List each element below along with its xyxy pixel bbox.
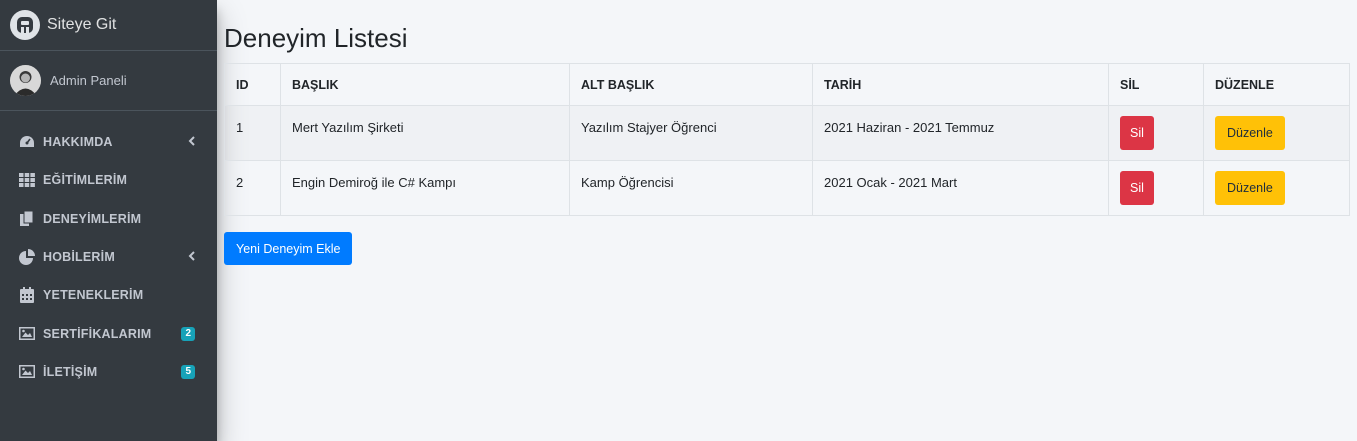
sidebar-item-label: HAKKIMDA — [43, 135, 113, 150]
page-title: Deneyim Listesi — [224, 23, 408, 53]
copy-icon — [18, 210, 35, 227]
sidebar-nav: HAKKIMDA EĞİTİMLERİM DENEYİMLERİM HOBİLE… — [0, 111, 217, 391]
experience-table: ID BAŞLIK ALT BAŞLIK TARİH SİL DÜZENLE 1… — [224, 63, 1350, 216]
sidebar-item-hobilerim[interactable]: HOBİLERİM — [0, 238, 217, 276]
cell-duzenle: Düzenle — [1203, 160, 1350, 216]
sidebar-item-label: İLETİŞİM — [43, 364, 98, 379]
add-experience-button[interactable]: Yeni Deneyim Ekle — [224, 232, 353, 265]
user-panel[interactable]: Admin Paneli — [0, 51, 217, 111]
cell-sil: Sil — [1108, 105, 1204, 161]
count-badge: 5 — [181, 364, 195, 379]
pie-chart-icon — [18, 249, 35, 266]
cell-baslik: Mert Yazılım Şirketi — [280, 105, 570, 161]
cell-id: 2 — [224, 160, 281, 216]
edit-button[interactable]: Düzenle — [1215, 171, 1285, 205]
table-row: 2 Engin Demiroğ ile C# Kampı Kamp Öğrenc… — [224, 160, 1350, 216]
column-header-duzenle: DÜZENLE — [1203, 63, 1350, 106]
sidebar: Siteye Git Admin Paneli HAKKIMDA EĞİTİML… — [0, 0, 217, 441]
chevron-left-icon — [188, 135, 195, 149]
cell-alt-baslik: Kamp Öğrencisi — [569, 160, 813, 216]
brand-link[interactable]: Siteye Git — [0, 0, 217, 51]
table-row: 1 Mert Yazılım Şirketi Yazılım Stajyer Ö… — [224, 105, 1350, 161]
count-badge: 2 — [181, 326, 195, 341]
main-content: Deneyim Listesi ID BAŞLIK ALT BAŞLIK TAR… — [224, 0, 1350, 265]
sidebar-item-deneyimlerim[interactable]: DENEYİMLERİM — [0, 200, 217, 238]
edit-button[interactable]: Düzenle — [1215, 116, 1285, 150]
column-header-baslik: BAŞLIK — [280, 63, 570, 106]
cell-sil: Sil — [1108, 160, 1204, 216]
cell-tarih: 2021 Haziran - 2021 Temmuz — [812, 105, 1109, 161]
image-icon — [18, 364, 35, 380]
sidebar-item-egitimlerim[interactable]: EĞİTİMLERİM — [0, 161, 217, 199]
column-header-tarih: TARİH — [812, 63, 1109, 106]
column-header-sil: SİL — [1108, 63, 1204, 106]
sidebar-item-yeteneklerim[interactable]: YETENEKLERİM — [0, 276, 217, 314]
cell-alt-baslik: Yazılım Stajyer Öğrenci — [569, 105, 813, 161]
cell-duzenle: Düzenle — [1203, 105, 1350, 161]
user-name[interactable]: Admin Paneli — [50, 73, 127, 88]
column-header-alt-baslik: ALT BAŞLIK — [569, 63, 813, 106]
cell-tarih: 2021 Ocak - 2021 Mart — [812, 160, 1109, 216]
sidebar-item-label: DENEYİMLERİM — [43, 211, 142, 226]
sidebar-item-iletisim[interactable]: İLETİŞİM 5 — [0, 353, 217, 391]
sidebar-item-sertifikalarim[interactable]: SERTİFİKALARIM 2 — [0, 314, 217, 352]
table-header-row: ID BAŞLIK ALT BAŞLIK TARİH SİL DÜZENLE — [224, 63, 1350, 106]
delete-button[interactable]: Sil — [1120, 116, 1154, 150]
sidebar-item-hakkimda[interactable]: HAKKIMDA — [0, 123, 217, 161]
logo-icon — [10, 10, 40, 40]
image-icon — [18, 326, 35, 342]
avatar — [10, 65, 41, 96]
column-header-id: ID — [224, 63, 281, 106]
delete-button[interactable]: Sil — [1120, 171, 1154, 205]
sidebar-item-label: SERTİFİKALARIM — [43, 326, 152, 341]
sidebar-item-label: HOBİLERİM — [43, 250, 115, 265]
calendar-icon — [18, 287, 35, 304]
dashboard-icon — [18, 134, 35, 150]
grid-icon — [18, 172, 35, 188]
cell-id: 1 — [224, 105, 281, 161]
sidebar-item-label: YETENEKLERİM — [43, 288, 144, 303]
sidebar-item-label: EĞİTİMLERİM — [43, 173, 128, 188]
chevron-left-icon — [188, 250, 195, 264]
cell-baslik: Engin Demiroğ ile C# Kampı — [280, 160, 570, 216]
brand-text: Siteye Git — [47, 16, 117, 33]
